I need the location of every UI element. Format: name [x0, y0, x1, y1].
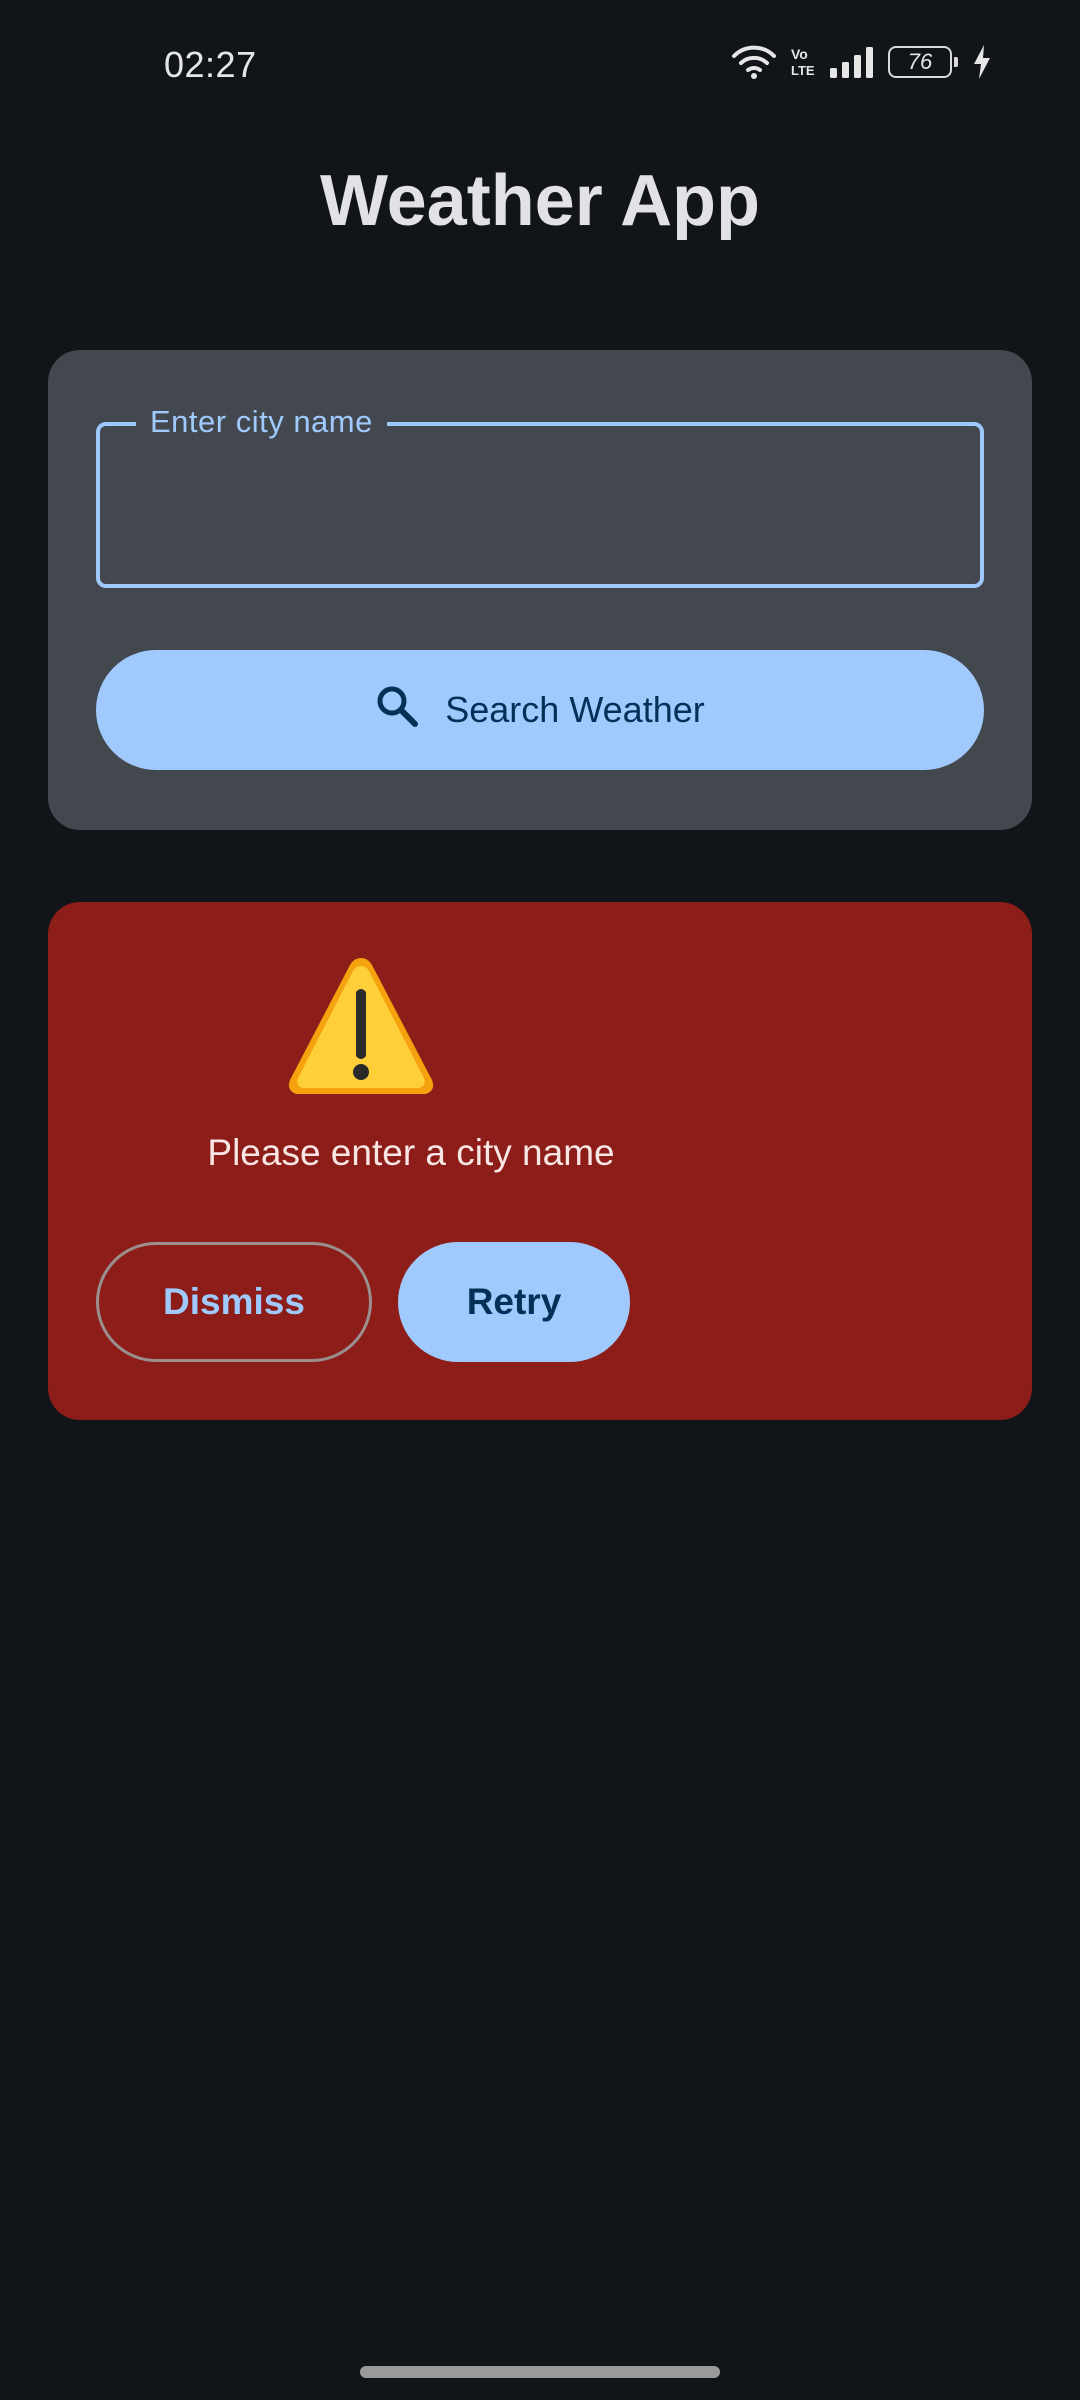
city-input[interactable] — [100, 426, 980, 584]
status-bar: 02:27 Vo LTE 76 — [0, 0, 1080, 136]
svg-text:LTE: LTE — [791, 63, 815, 78]
battery-level: 76 — [907, 49, 933, 74]
dismiss-button[interactable]: Dismiss — [96, 1242, 372, 1362]
search-card: Enter city name Search Weather — [48, 350, 1032, 830]
error-card: Please enter a city name Dismiss Retry — [48, 902, 1032, 1420]
city-field[interactable]: Enter city name — [96, 404, 984, 588]
retry-button[interactable]: Retry — [398, 1242, 630, 1362]
wifi-icon — [732, 44, 776, 80]
search-weather-button[interactable]: Search Weather — [96, 650, 984, 770]
battery-icon: 76 — [888, 46, 958, 78]
status-icons: Vo LTE 76 — [732, 44, 992, 80]
page-title: Weather App — [319, 161, 761, 241]
search-button-label: Search Weather — [445, 689, 705, 730]
status-time: 02:27 — [164, 44, 257, 85]
charging-icon — [972, 45, 992, 79]
warning-icon — [286, 952, 436, 1107]
volte-icon: Vo LTE — [790, 45, 816, 79]
home-indicator[interactable] — [360, 2366, 720, 2378]
screen: 02:27 Vo LTE 76 Weather App Enter city n… — [0, 0, 1080, 2400]
error-message: Please enter a city name — [207, 1132, 615, 1173]
search-icon — [375, 684, 419, 737]
signal-icon — [830, 46, 874, 78]
svg-text:Vo: Vo — [791, 46, 808, 62]
